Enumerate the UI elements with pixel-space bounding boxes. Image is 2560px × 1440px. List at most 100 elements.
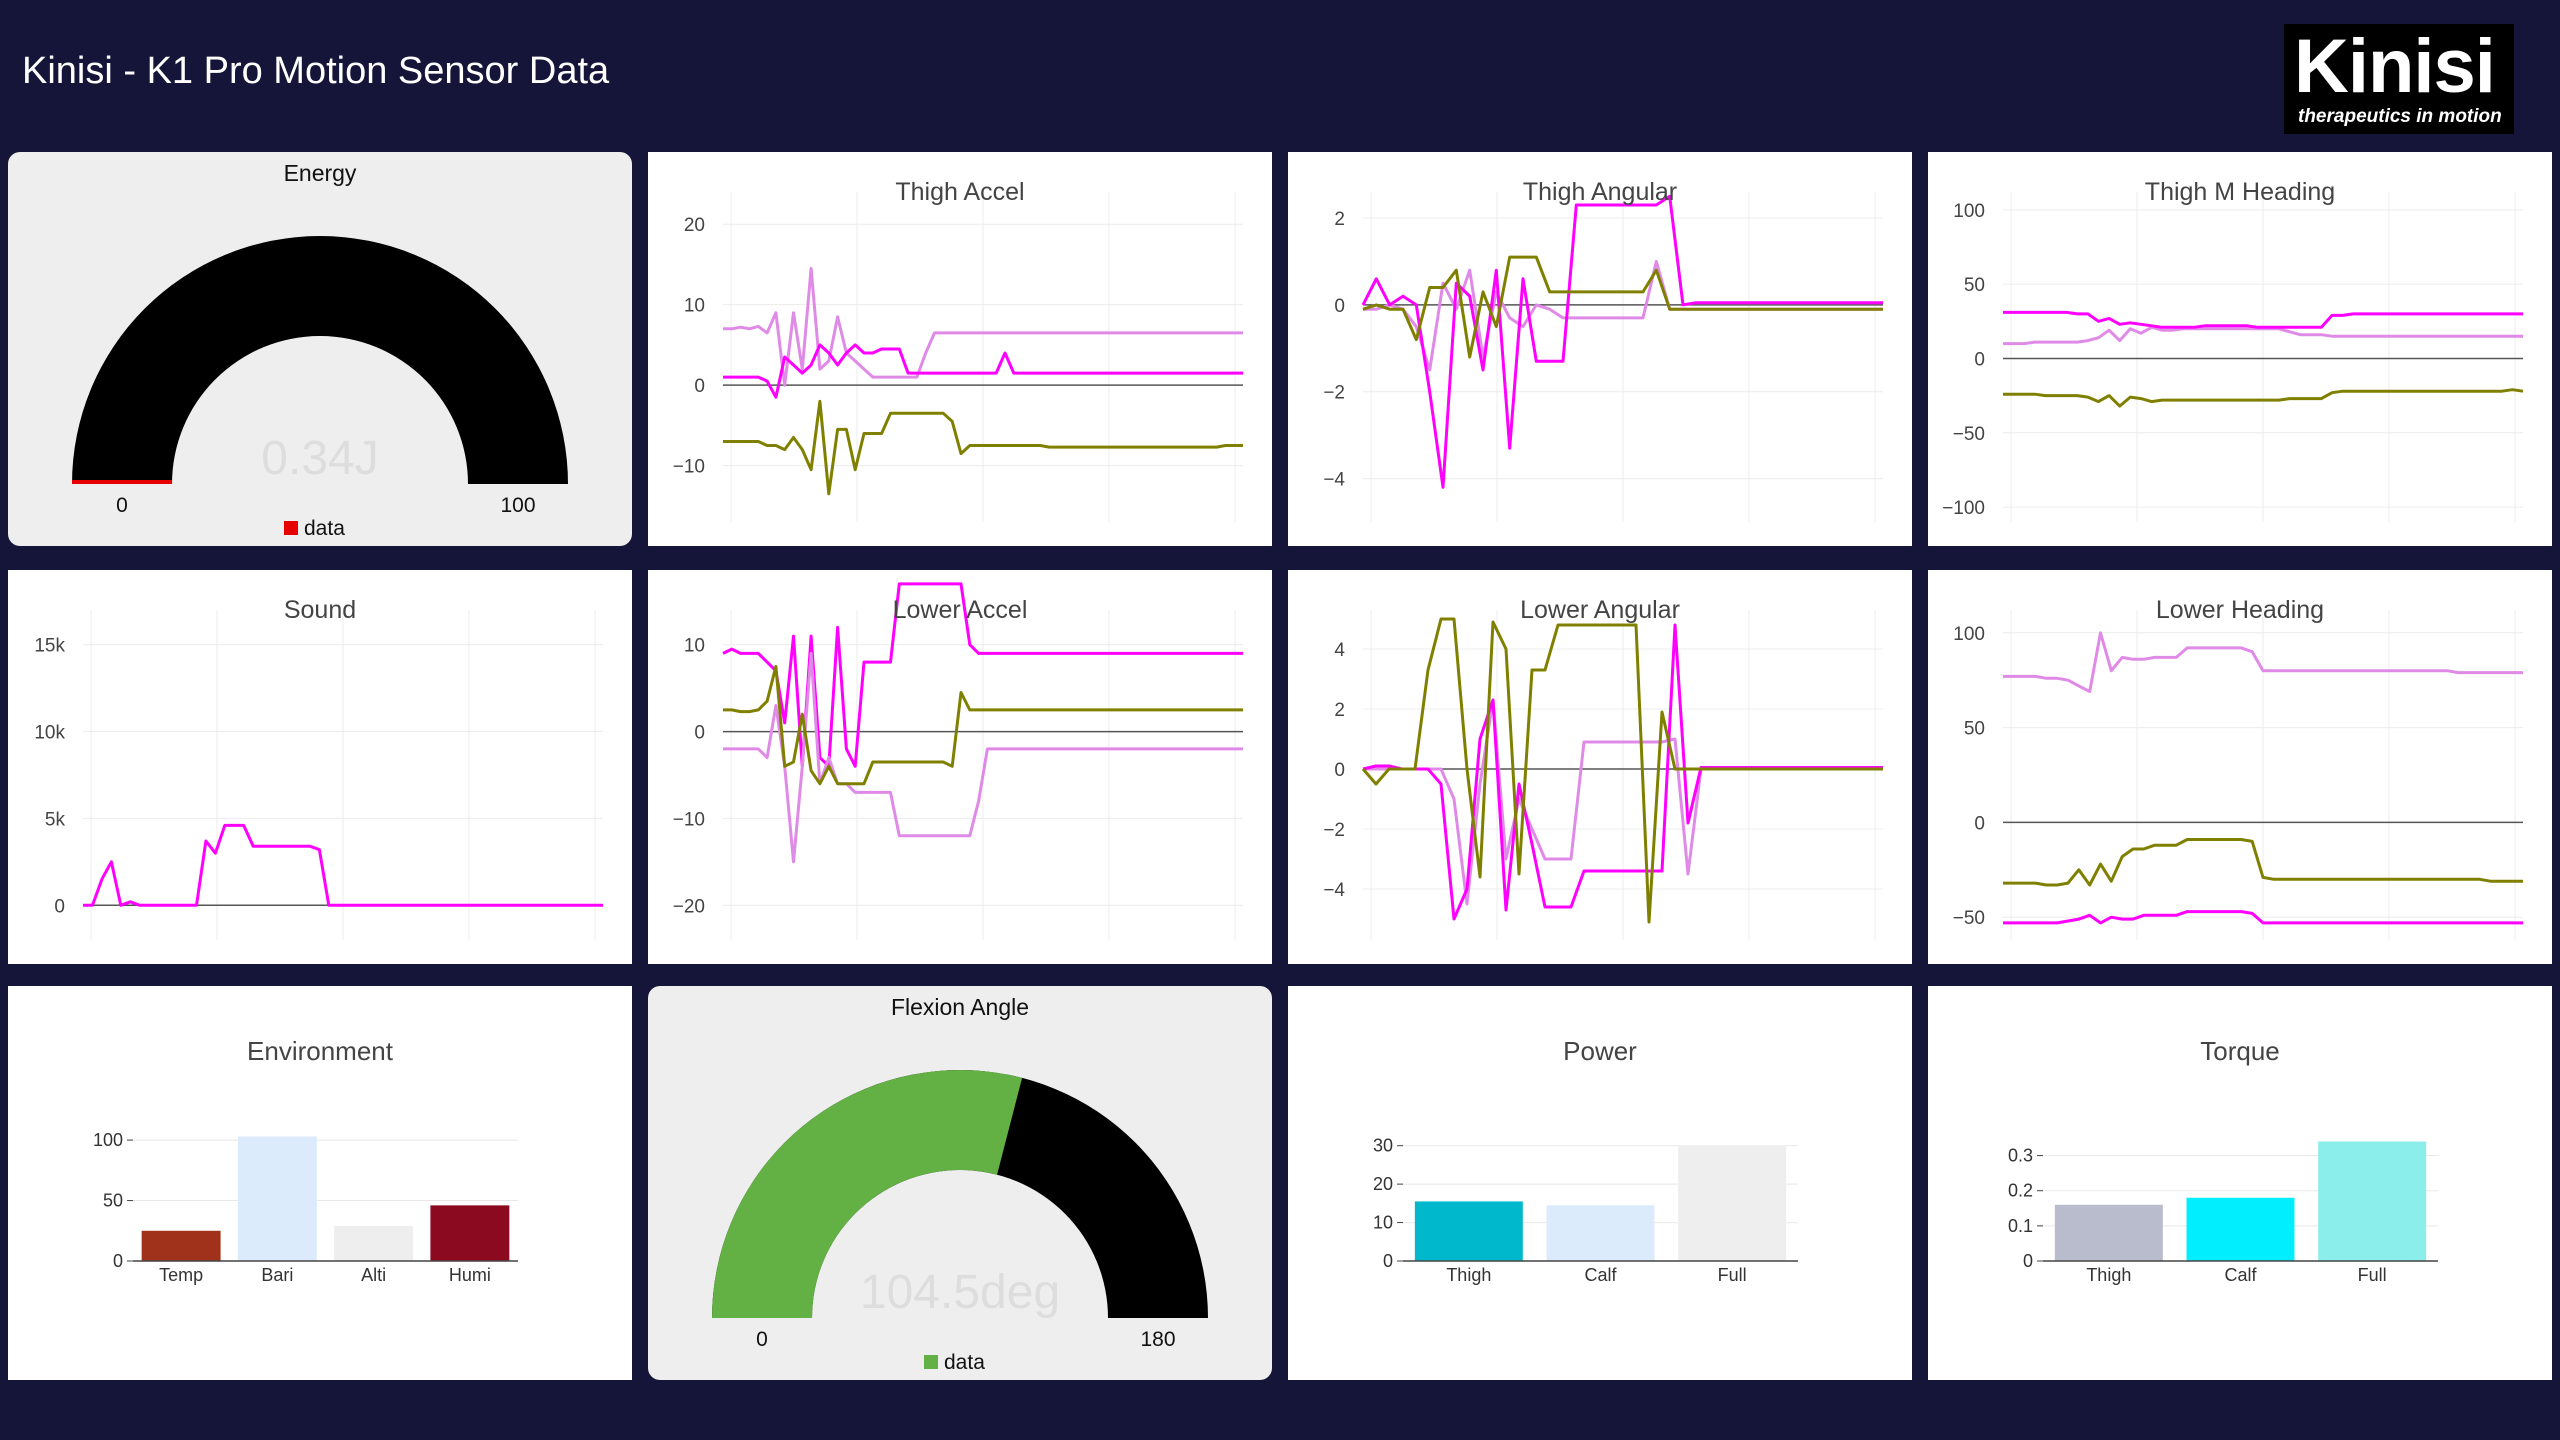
thigh-angular-panel[interactable]: 2 0 −2 −4 Thigh Angular [1288, 152, 1912, 546]
torque-title: Torque [2200, 1036, 2280, 1066]
lower-angular-plot[interactable]: 4 2 0 −2 −4 [1288, 570, 1912, 964]
logo-tagline: therapeutics in motion [2298, 106, 2502, 127]
y-tick-label: 15k [34, 636, 65, 657]
energy-gauge-svg: 0.34J 0 100 data [72, 236, 568, 540]
y-tick-label: −20 [673, 896, 705, 917]
y-tick-label: −2 [1323, 820, 1345, 841]
y-tick-label: −2 [1323, 383, 1345, 404]
flexion-title: Flexion Angle [890, 994, 1030, 1020]
lower-heading-panel[interactable]: 100 50 0 −50 Lower Heading [1928, 570, 2552, 964]
thigh-m-heading-plot[interactable]: 100500−50−100 [1928, 152, 2552, 546]
bar-calf [2186, 1197, 2295, 1261]
y-tick-label: 20 [684, 215, 705, 236]
sound-panel[interactable]: 15k 10k 5k 0 Sound [8, 570, 632, 964]
x-tick-label: Alti [361, 1265, 386, 1285]
energy-panel: 0.34J 0 100 data Energy [8, 152, 632, 546]
thigh-angular-title: Thigh Angular [1522, 178, 1678, 206]
y-tick-label: 10k [34, 723, 65, 744]
flexion-panel: 104.5deg 0 180 data Flexion Angle [648, 986, 1272, 1380]
gauge-max-label: 100 [500, 494, 535, 517]
thigh-m-heading-title: Thigh M Heading [2144, 178, 2336, 206]
y-tick-label: −4 [1323, 880, 1345, 901]
environment-panel[interactable]: 0 50 100 Temp Bari Alti Humi Environment [8, 986, 632, 1380]
y-tick-label: −4 [1323, 470, 1345, 491]
gauge-value-text: 0.34J [261, 432, 378, 485]
x-tick-label: Full [1718, 1265, 1747, 1285]
x-tick-label: Calf [1584, 1265, 1617, 1285]
y-tick-label: 30 [1373, 1136, 1393, 1156]
y-tick-label: 50 [1964, 719, 1985, 740]
y-tick-label: 0 [113, 1251, 123, 1271]
bar-thigh [1414, 1201, 1523, 1261]
x-tick-label: Thigh [1446, 1265, 1491, 1285]
y-tick-label: −50 [1953, 908, 1985, 929]
y-tick-label: 0 [694, 376, 705, 397]
legend-swatch [924, 1355, 938, 1369]
y-tick-label: 2 [1334, 700, 1345, 721]
y-tick-label: 5k [45, 809, 66, 830]
bar-calf [1546, 1205, 1655, 1261]
y-tick-label: 0 [2023, 1251, 2033, 1271]
thigh-angular-plot[interactable]: 2 0 −2 −4 [1288, 152, 1912, 546]
logo-wordmark: Kinisi [2294, 24, 2496, 109]
thigh-accel-title: Thigh Accel [895, 178, 1025, 206]
thigh-accel-plot[interactable]: 20 10 0 −10 [648, 152, 1272, 546]
y-tick-label: 0.2 [2008, 1181, 2033, 1201]
lower-accel-panel[interactable]: 10 0 −10 −20 Lower Accel [648, 570, 1272, 964]
gauge-fill-marker [72, 480, 172, 484]
y-tick-label: 0.1 [2008, 1216, 2033, 1236]
lower-heading-plot[interactable]: 100 50 0 −50 [1928, 570, 2552, 964]
bar-bari [237, 1136, 317, 1261]
legend-swatch [284, 521, 298, 535]
y-tick-label: 0 [1974, 813, 1985, 834]
y-tick-label: 2 [1334, 209, 1345, 230]
gauge-min-label: 0 [756, 1328, 768, 1351]
legend-label: data [304, 517, 345, 540]
bar-temp [141, 1230, 221, 1261]
thigh-m-heading-panel[interactable]: 100 50 0 −50 −100 Thigh M Heading [1928, 152, 2552, 546]
environment-title: Environment [247, 1036, 393, 1066]
y-tick-label: 50 [103, 1191, 123, 1211]
power-panel[interactable]: 0 10 20 30 Thigh Calf Full Power [1288, 986, 1912, 1380]
torque-panel[interactable]: 0 0.1 0.2 0.3 Thigh Calf Full Torque [1928, 986, 2552, 1380]
y-tick-label: 0 [1334, 760, 1345, 781]
thigh-accel-panel[interactable]: 20 10 0 −10 Thigh Accel [648, 152, 1272, 546]
bar-humi [430, 1205, 510, 1261]
y-tick-label: 100 [1953, 624, 1985, 645]
x-tick-label: Thigh [2086, 1265, 2131, 1285]
x-tick-label: Temp [159, 1265, 203, 1285]
gauge-max-label: 180 [1140, 1328, 1175, 1351]
y-tick-label: 10 [1373, 1213, 1393, 1233]
y-tick-label: 10 [684, 636, 705, 657]
y-tick-label: 100 [93, 1130, 123, 1150]
sound-plot[interactable]: 15k 10k 5k 0 [8, 570, 632, 964]
y-tick-label: 20 [1373, 1174, 1393, 1194]
lower-accel-title: Lower Accel [892, 596, 1028, 624]
y-tick-label: 0 [1383, 1251, 1393, 1271]
x-tick-label: Calf [2224, 1265, 2257, 1285]
y-tick-label: −10 [673, 457, 705, 478]
x-tick-label: Bari [261, 1265, 293, 1285]
lower-accel-plot[interactable]: 10 0 −10 −20 [648, 570, 1272, 964]
y-tick-label: 0 [54, 896, 65, 917]
gauge-value-text: 104.5deg [860, 1266, 1060, 1319]
y-tick-label: 0 [694, 723, 705, 744]
y-tick-label: 10 [684, 296, 705, 317]
y-tick-label: 4 [1334, 640, 1345, 661]
bar-thigh [2054, 1204, 2163, 1261]
sound-title: Sound [283, 596, 357, 624]
y-tick-label: 0 [1334, 296, 1345, 317]
y-tick-label: 50 [1964, 275, 1985, 296]
gauge-min-label: 0 [116, 494, 128, 517]
y-tick-label: −100 [1942, 498, 1985, 519]
bar-full [1678, 1145, 1787, 1261]
lower-angular-panel[interactable]: 4 2 0 −2 −4 Lower Angular [1288, 570, 1912, 964]
app-title: Kinisi - K1 Pro Motion Sensor Data [22, 50, 610, 92]
y-tick-label: −10 [673, 809, 705, 830]
kinisi-logo: Kinisi therapeutics in motion [2284, 24, 2514, 134]
y-tick-label: 0 [1974, 349, 1985, 370]
x-tick-label: Humi [449, 1265, 491, 1285]
y-tick-label: 0.3 [2008, 1146, 2033, 1166]
x-tick-label: Full [2358, 1265, 2387, 1285]
energy-title: Energy [283, 160, 357, 186]
